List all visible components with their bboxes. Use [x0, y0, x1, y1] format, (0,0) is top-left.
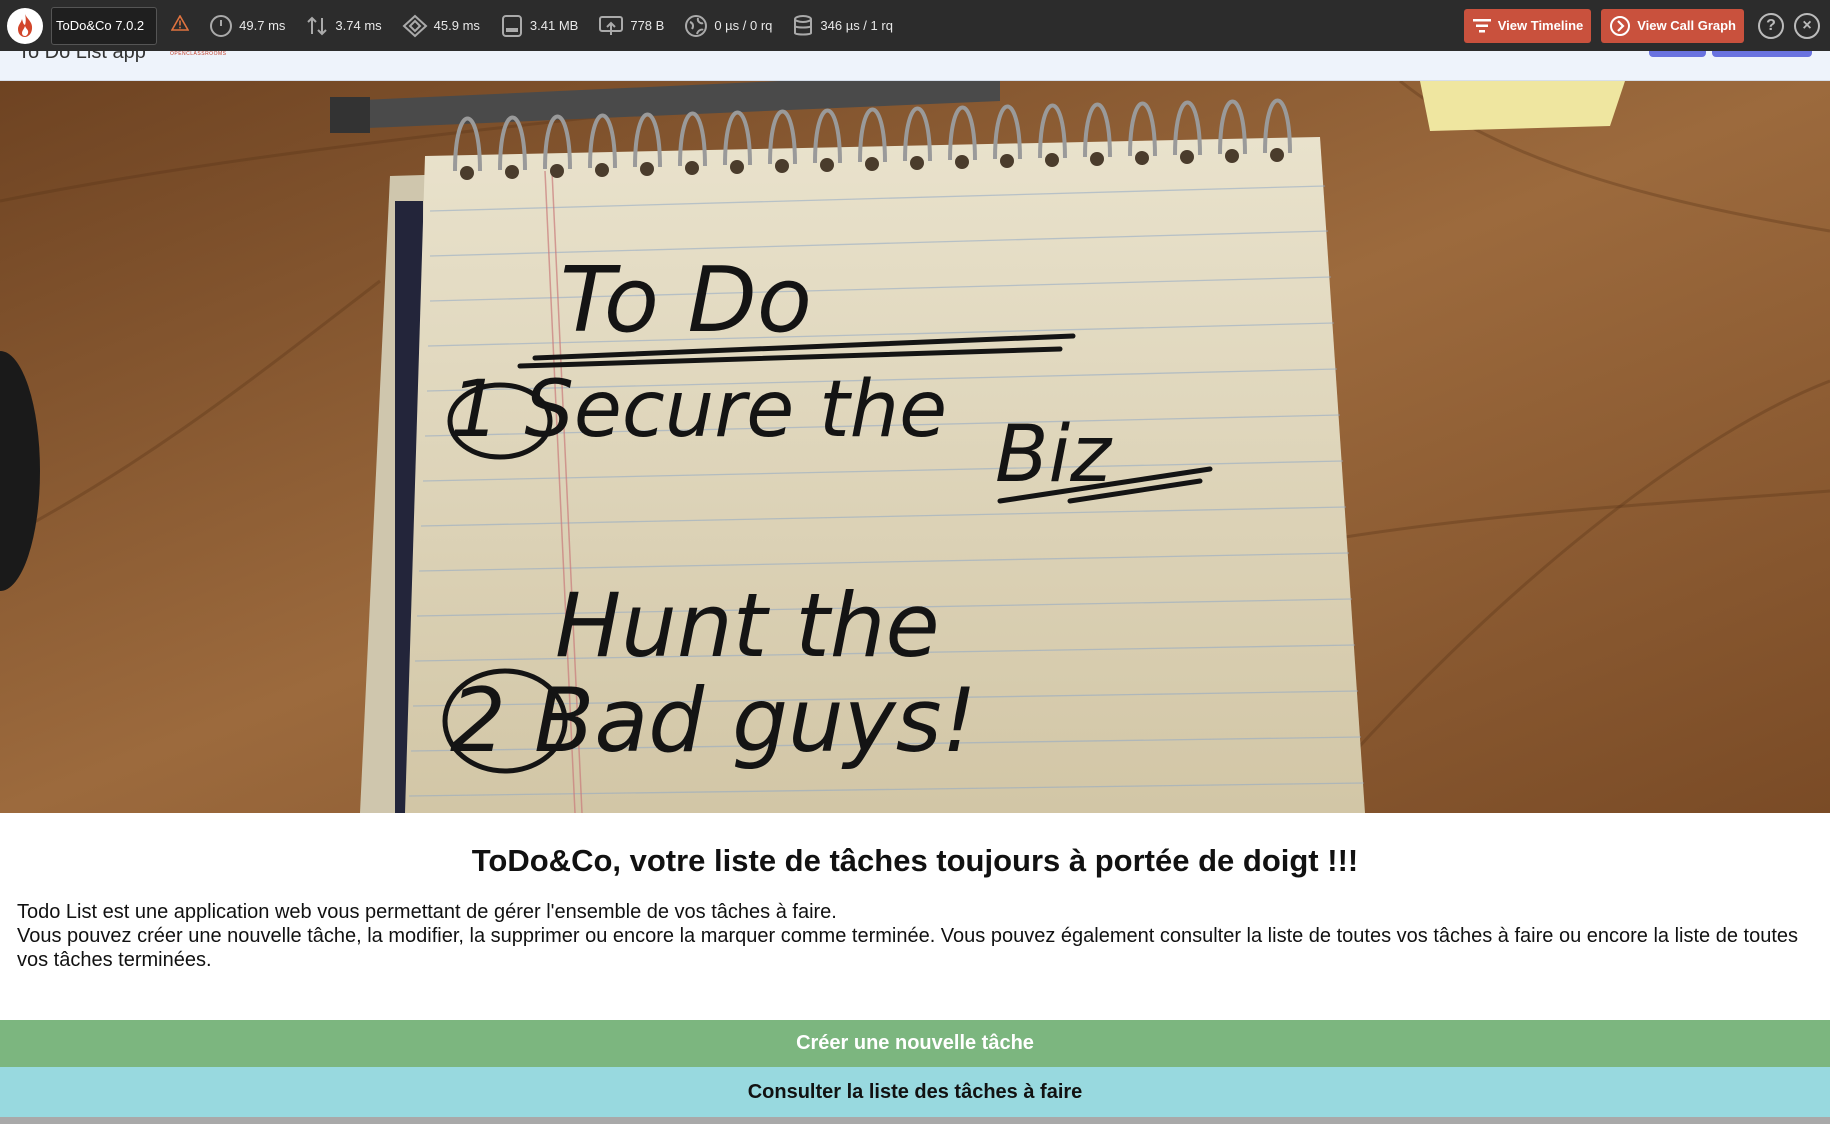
- create-task-button[interactable]: Créer une nouvelle tâche: [0, 1020, 1830, 1067]
- note-line-5: 2 Bad guys!: [450, 669, 977, 772]
- http-value: 0 µs / 0 rq: [714, 18, 773, 33]
- toolbar-cpu[interactable]: 45.9 ms: [402, 0, 480, 51]
- profiler-toolbar: ToDo&Co 7.0.2 49.7 ms 3.74 ms 45.9 ms 3.…: [0, 0, 1830, 51]
- note-line-2: 1 Secure the: [450, 365, 947, 455]
- io-value: 3.74 ms: [335, 18, 382, 33]
- network-icon: [599, 15, 624, 35]
- openclassrooms-logo[interactable]: OPENCLASSROOMS: [170, 51, 226, 57]
- app-version-text: ToDo&Co 7.0.2: [56, 18, 145, 33]
- view-timeline-button[interactable]: View Timeline: [1463, 8, 1592, 43]
- toolbar-sql[interactable]: 346 µs / 1 rq: [792, 0, 893, 51]
- toolbar-right: View Timeline View Call Graph ? ×: [1463, 8, 1830, 43]
- toolbar-time[interactable]: 49.7 ms: [209, 0, 285, 51]
- view-call-graph-label: View Call Graph: [1637, 18, 1736, 33]
- view-timeline-label: View Timeline: [1497, 18, 1584, 33]
- cpu-icon: [402, 14, 428, 37]
- timeline-icon: [1472, 18, 1491, 32]
- app-version-badge[interactable]: ToDo&Co 7.0.2: [51, 6, 158, 45]
- todo-list-button[interactable]: Consulter la liste des tâches à faire: [0, 1067, 1830, 1117]
- close-icon[interactable]: ×: [1794, 12, 1820, 39]
- intro-line-1: Todo List est une application web vous p…: [17, 901, 837, 923]
- page-headline: ToDo&Co, votre liste de tâches toujours …: [471, 843, 1359, 878]
- clock-icon: [210, 14, 233, 37]
- sql-value: 346 µs / 1 rq: [820, 18, 893, 33]
- note-line-1: To Do: [560, 248, 812, 353]
- intro-line-2: Vous pouvez créer une nouvelle tâche, la…: [17, 925, 1798, 971]
- cpu-value: 45.9 ms: [433, 18, 480, 33]
- create-task-label: Créer une nouvelle tâche: [796, 1032, 1034, 1054]
- memory-icon: [501, 14, 522, 37]
- next-action-button[interactable]: [0, 1117, 1830, 1124]
- navbar-button-2[interactable]: [1712, 51, 1812, 57]
- view-call-graph-button[interactable]: View Call Graph: [1601, 8, 1744, 43]
- network-value: 778 B: [630, 18, 665, 33]
- database-icon: [794, 14, 813, 35]
- intro-text: Todo List est une application web vous p…: [17, 900, 1817, 972]
- navbar: To Do List app OPENCLASSROOMS: [0, 41, 1830, 81]
- note-line-4: Hunt the: [555, 574, 940, 677]
- hero-image: To Do 1 Secure the Biz Hunt the 2 Bad gu…: [0, 81, 1830, 813]
- help-icon[interactable]: ?: [1758, 12, 1784, 39]
- fire-logo-icon[interactable]: [7, 7, 43, 44]
- todo-list-label: Consulter la liste des tâches à faire: [747, 1080, 1083, 1103]
- toolbar-memory[interactable]: 3.41 MB: [500, 0, 578, 51]
- memory-value: 3.41 MB: [529, 18, 579, 33]
- navbar-button-1[interactable]: [1649, 51, 1706, 57]
- warning-icon[interactable]: [170, 14, 190, 36]
- globe-icon: [685, 14, 708, 37]
- toolbar-network[interactable]: 778 B: [598, 0, 664, 51]
- page: ToDo&Co 7.0.2 49.7 ms 3.74 ms 45.9 ms 3.…: [0, 0, 1830, 1124]
- call-graph-icon: [1610, 15, 1631, 36]
- time-value: 49.7 ms: [239, 18, 286, 33]
- toolbar-http[interactable]: 0 µs / 0 rq: [684, 0, 772, 51]
- io-arrows-icon: [307, 16, 328, 35]
- toolbar-io[interactable]: 3.74 ms: [305, 0, 382, 51]
